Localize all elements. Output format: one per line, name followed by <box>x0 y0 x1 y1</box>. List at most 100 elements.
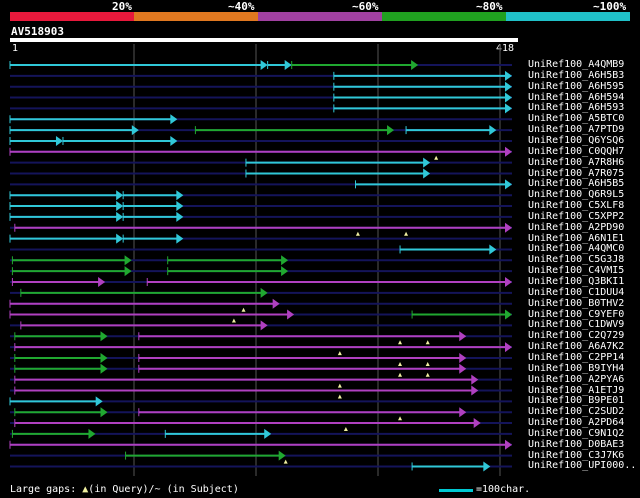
segment-arrow-icon <box>423 168 431 179</box>
segment-arrow-icon <box>278 450 286 461</box>
segment-arrow-icon <box>489 244 497 255</box>
segment-arrow-icon <box>505 179 512 190</box>
segment-arrow-icon <box>176 201 184 212</box>
footer-dash: ~ <box>154 484 161 495</box>
footer-scale: =100char. <box>476 484 531 495</box>
hit-label[interactable]: UniRef100_C4VMI5 <box>528 265 624 276</box>
hit-label[interactable]: UniRef100_A2PYA6 <box>528 374 624 385</box>
gap-marker-icon <box>425 372 430 377</box>
hit-label[interactable]: UniRef100_D0BAE3 <box>528 439 624 450</box>
segment-arrow-icon <box>459 363 467 374</box>
segment-arrow-icon <box>124 266 132 277</box>
segment-arrow-icon <box>505 146 512 157</box>
hit-label[interactable]: UniRef100_C5XLF8 <box>528 200 624 211</box>
hit-label[interactable]: UniRef100_A6H595 <box>528 81 624 92</box>
segment-arrow-icon <box>170 135 178 146</box>
gap-marker-icon <box>337 394 342 399</box>
gap-marker-icon <box>398 340 403 345</box>
segment-arrow-icon <box>505 81 512 92</box>
hit-label[interactable]: UniRef100_A1ETJ9 <box>528 385 624 396</box>
hit-label[interactable]: UniRef100_C9YEF0 <box>528 309 624 320</box>
segment-arrow-icon <box>284 60 292 70</box>
hit-label[interactable]: UniRef100_C5XPP2 <box>528 211 624 222</box>
segment-arrow-icon <box>505 309 512 320</box>
footer-query: (in Query)/ <box>88 484 155 495</box>
hit-label[interactable]: UniRef100_B9PE01 <box>528 395 624 406</box>
segment-arrow-icon <box>505 92 512 103</box>
hit-label[interactable]: UniRef100_A4QMB9 <box>528 59 624 70</box>
segment-arrow-icon <box>100 331 108 342</box>
hit-label[interactable]: UniRef100_C5G3J8 <box>528 254 624 265</box>
hit-label[interactable]: UniRef100_C2SUD2 <box>528 406 624 417</box>
segment-arrow-icon <box>281 266 289 277</box>
hit-label[interactable]: UniRef100_C1DWV9 <box>528 319 624 330</box>
segment-arrow-icon <box>170 114 178 125</box>
segment-arrow-icon <box>100 352 108 363</box>
gap-marker-icon <box>337 351 342 356</box>
gap-marker-icon <box>283 459 288 464</box>
segment-arrow-icon <box>116 190 124 201</box>
segment-arrow-icon <box>176 190 184 201</box>
segment-arrow-icon <box>459 352 467 363</box>
segment-arrow-icon <box>260 60 268 70</box>
hit-label[interactable]: UniRef100_A6H594 <box>528 92 624 103</box>
segment-arrow-icon <box>176 211 184 222</box>
segment-arrow-icon <box>176 233 184 244</box>
segment-arrow-icon <box>471 374 479 385</box>
gap-marker-icon <box>404 231 409 236</box>
hit-label[interactable]: UniRef100_Q3BKI1 <box>528 276 624 287</box>
gap-marker-icon <box>231 318 236 323</box>
segment-arrow-icon <box>287 309 295 320</box>
footer-gap-legend: Large gaps: ▲(in Query)/~ (in Subject) <box>10 484 239 495</box>
hit-label[interactable]: UniRef100_C9N1Q2 <box>528 428 624 439</box>
gap-marker-icon <box>398 416 403 421</box>
hit-label[interactable]: UniRef100_C2PP14 <box>528 352 624 363</box>
gap-marker-icon <box>337 383 342 388</box>
segment-arrow-icon <box>116 211 124 222</box>
gap-marker-icon <box>343 427 348 432</box>
scale-bar <box>439 489 473 492</box>
segment-arrow-icon <box>387 125 395 136</box>
hit-label[interactable]: UniRef100_A6N1E1 <box>528 233 624 244</box>
hit-label[interactable]: UniRef100_B0THV2 <box>528 298 624 309</box>
footer-subject: (in Subject) <box>166 484 239 495</box>
hit-label[interactable]: UniRef100_C1DUU4 <box>528 287 624 298</box>
segment-arrow-icon <box>483 461 491 472</box>
hit-label[interactable]: UniRef100_A7R8H6 <box>528 157 624 168</box>
gap-marker-icon <box>434 155 439 160</box>
hit-label[interactable]: UniRef100_Q6YSQ6 <box>528 135 624 146</box>
hit-label[interactable]: UniRef100_A2PD90 <box>528 222 624 233</box>
hit-label[interactable]: UniRef100_A7R075 <box>528 168 624 179</box>
segment-arrow-icon <box>411 60 419 70</box>
segment-arrow-icon <box>505 222 512 233</box>
segment-arrow-icon <box>88 428 96 439</box>
hit-label[interactable]: UniRef100_A4QMC0 <box>528 243 624 254</box>
segment-arrow-icon <box>473 418 481 429</box>
hit-label[interactable]: UniRef100_A2PD64 <box>528 417 624 428</box>
hit-label[interactable]: UniRef100_UPI000.. <box>528 460 636 471</box>
segment-arrow-icon <box>272 298 280 309</box>
hit-label[interactable]: UniRef100_C2Q729 <box>528 330 624 341</box>
hit-label[interactable]: UniRef100_A6H5B5 <box>528 178 624 189</box>
hit-label[interactable]: UniRef100_B9IYH4 <box>528 363 624 374</box>
hit-label[interactable]: UniRef100_A6H5B3 <box>528 70 624 81</box>
segment-arrow-icon <box>505 103 512 114</box>
hit-label[interactable]: UniRef100_A6H593 <box>528 102 624 113</box>
segment-arrow-icon <box>98 277 106 287</box>
segment-arrow-icon <box>281 255 289 266</box>
segment-arrow-icon <box>505 342 512 353</box>
hit-label[interactable]: UniRef100_A5BTC0 <box>528 113 624 124</box>
hit-label[interactable]: UniRef100_A6A7K2 <box>528 341 624 352</box>
hit-label[interactable]: UniRef100_C3J7K6 <box>528 450 624 461</box>
hit-label[interactable]: UniRef100_A7PTD9 <box>528 124 624 135</box>
segment-arrow-icon <box>260 287 268 298</box>
gap-marker-icon <box>241 307 246 312</box>
gap-marker-icon <box>398 372 403 377</box>
segment-arrow-icon <box>260 320 268 331</box>
gap-marker-icon <box>398 361 403 366</box>
segment-arrow-icon <box>116 233 124 244</box>
gap-marker-icon <box>425 340 430 345</box>
segment-arrow-icon <box>505 439 512 450</box>
hit-label[interactable]: UniRef100_C0QQH7 <box>528 146 624 157</box>
hit-label[interactable]: UniRef100_Q6R9L5 <box>528 189 624 200</box>
